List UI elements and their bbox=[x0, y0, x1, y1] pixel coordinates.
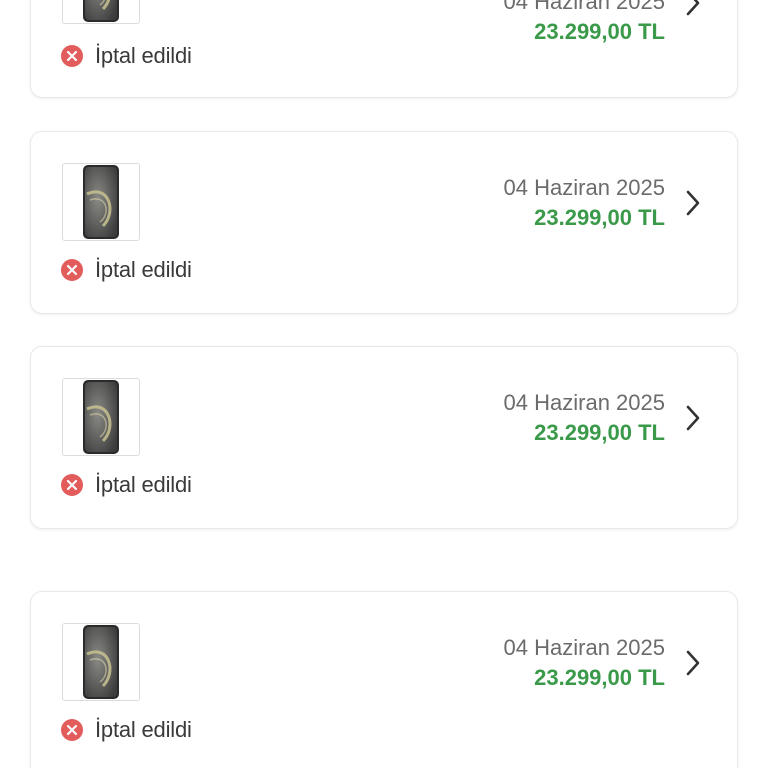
product-thumbnail bbox=[62, 378, 140, 456]
cancel-circle-icon bbox=[61, 474, 83, 496]
order-date: 04 Haziran 2025 bbox=[503, 175, 665, 200]
chevron-right-icon[interactable] bbox=[683, 649, 703, 677]
status-label: İptal edildi bbox=[95, 717, 192, 742]
phone-thumbnail-icon bbox=[83, 0, 119, 22]
order-meta: 04 Haziran 2025 23.299,00 TL bbox=[504, 173, 665, 233]
phone-thumbnail-icon bbox=[83, 625, 119, 699]
product-thumbnail bbox=[62, 623, 140, 701]
order-card[interactable]: 04 Haziran 2025 23.299,00 TL İptal edild… bbox=[30, 346, 738, 529]
phone-thumbnail-icon bbox=[83, 165, 119, 239]
order-card[interactable]: 04 Haziran 2025 23.299,00 TL İptal edild… bbox=[30, 131, 738, 314]
order-card[interactable]: 04 Haziran 2025 23.299,00 TL İptal edild… bbox=[30, 0, 738, 98]
chevron-right-icon[interactable] bbox=[683, 404, 703, 432]
status-label: İptal edildi bbox=[95, 257, 192, 282]
order-price: 23.299,00 TL bbox=[534, 420, 665, 445]
order-status: İptal edildi bbox=[61, 43, 192, 68]
order-status: İptal edildi bbox=[61, 257, 192, 282]
cancel-circle-icon bbox=[61, 719, 83, 741]
order-list: 04 Haziran 2025 23.299,00 TL İptal edild… bbox=[0, 0, 768, 768]
product-thumbnail bbox=[62, 0, 140, 24]
order-status: İptal edildi bbox=[61, 472, 192, 497]
order-date: 04 Haziran 2025 bbox=[503, 635, 665, 660]
order-meta: 04 Haziran 2025 23.299,00 TL bbox=[504, 388, 665, 448]
order-price: 23.299,00 TL bbox=[534, 205, 665, 230]
order-meta: 04 Haziran 2025 23.299,00 TL bbox=[504, 0, 665, 47]
phone-thumbnail-icon bbox=[83, 380, 119, 454]
cancel-circle-icon bbox=[61, 45, 83, 67]
order-status: İptal edildi bbox=[61, 717, 192, 742]
chevron-right-icon[interactable] bbox=[683, 189, 703, 217]
order-card[interactable]: 04 Haziran 2025 23.299,00 TL İptal edild… bbox=[30, 591, 738, 768]
order-date: 04 Haziran 2025 bbox=[503, 390, 665, 415]
status-label: İptal edildi bbox=[95, 472, 192, 497]
product-thumbnail bbox=[62, 163, 140, 241]
order-price: 23.299,00 TL bbox=[534, 19, 665, 44]
cancel-circle-icon bbox=[61, 259, 83, 281]
chevron-right-icon[interactable] bbox=[683, 0, 703, 17]
order-meta: 04 Haziran 2025 23.299,00 TL bbox=[504, 633, 665, 693]
order-date: 04 Haziran 2025 bbox=[503, 0, 665, 14]
order-price: 23.299,00 TL bbox=[534, 665, 665, 690]
status-label: İptal edildi bbox=[95, 43, 192, 68]
